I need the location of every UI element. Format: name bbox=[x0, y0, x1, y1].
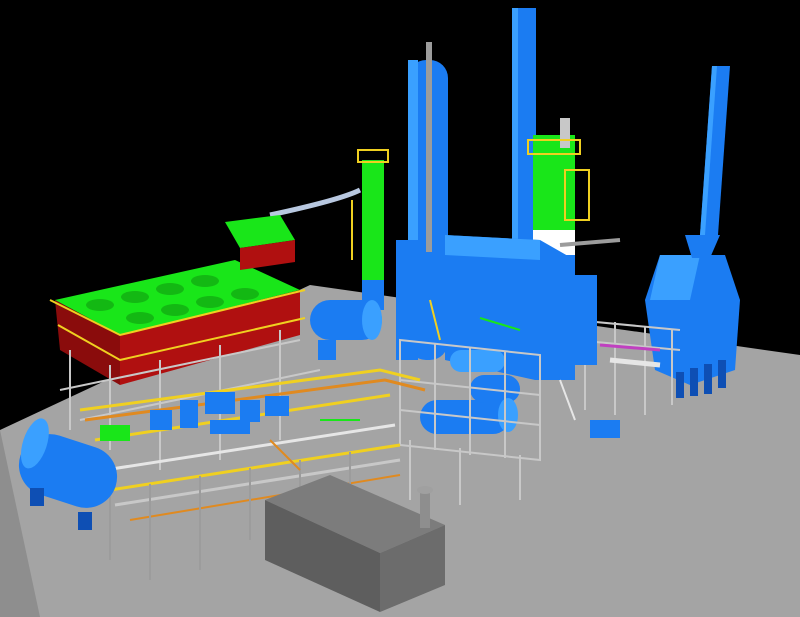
plant-3d-render bbox=[0, 0, 800, 617]
column-green-left bbox=[362, 160, 384, 290]
plant-model-svg bbox=[0, 8, 800, 617]
column-green-right bbox=[533, 135, 575, 245]
